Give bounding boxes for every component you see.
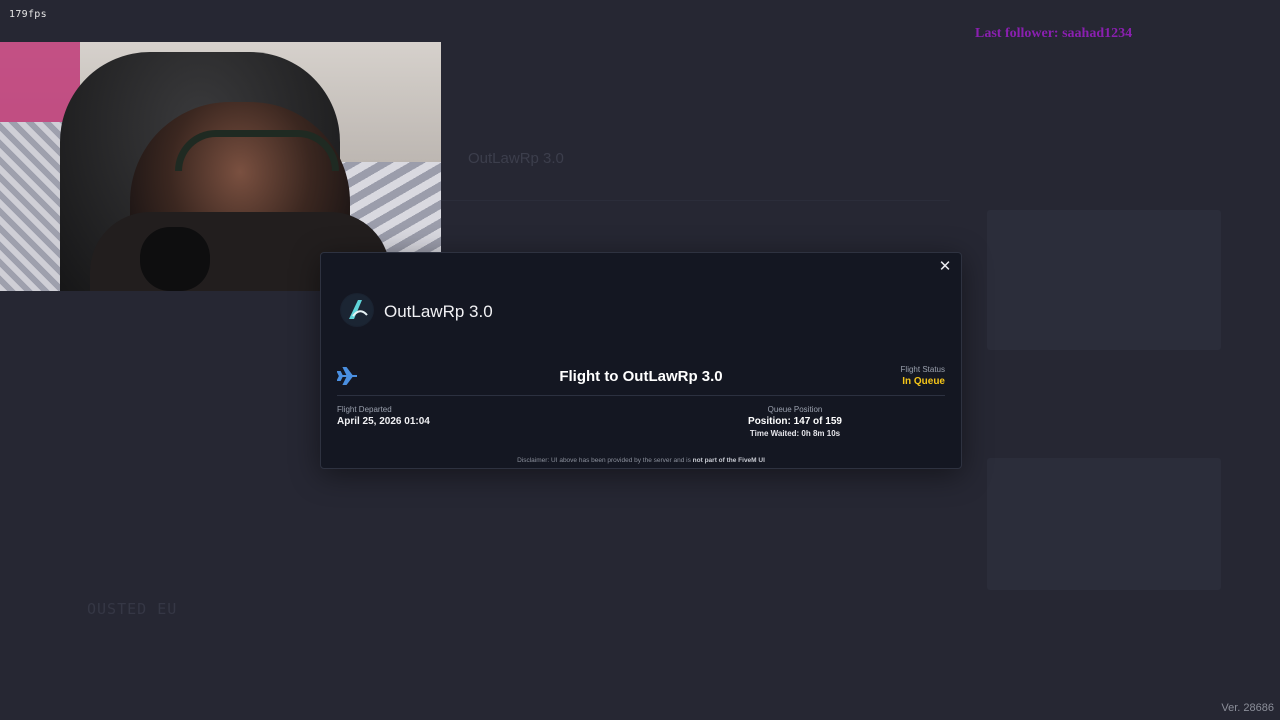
disclaimer-bold: not part of the FiveM UI	[692, 457, 765, 464]
departed-value: April 25, 2026 01:04	[337, 416, 430, 427]
queue-modal: ✕ OutLawRp 3.0 Flight to OutLawRp 3.0 Fl…	[320, 252, 962, 469]
disclaimer: Disclaimer: UI above has been provided b…	[321, 457, 961, 464]
background-server-name: OUSTED EU	[87, 600, 178, 618]
background-card	[987, 458, 1221, 590]
close-icon[interactable]: ✕	[937, 259, 953, 275]
modal-divider	[337, 395, 945, 396]
background-server-title: OutLawRp 3.0	[468, 150, 564, 167]
time-waited: Time Waited: 0h 8m 10s	[749, 429, 841, 438]
departed-label: Flight Departed	[337, 405, 392, 414]
background-card	[987, 210, 1221, 350]
queue-position-value: Position: 147 of 159	[748, 416, 842, 427]
flight-status-value: In Queue	[902, 376, 945, 387]
disclaimer-text: Disclaimer: UI above has been provided b…	[517, 457, 693, 464]
flight-title: Flight to OutLawRp 3.0	[559, 368, 723, 385]
version-label: Ver. 28686	[1221, 702, 1274, 714]
last-follower-text: Last follower: saahad1234	[975, 26, 1133, 41]
server-logo-icon	[340, 293, 374, 327]
queue-position-label: Queue Position	[767, 405, 823, 414]
server-name: OutLawRp 3.0	[384, 302, 493, 321]
webcam-headphones	[175, 130, 339, 171]
webcam-microphone	[140, 227, 210, 291]
fps-counter: 179fps	[9, 9, 47, 20]
flight-status-label: Flight Status	[900, 365, 945, 374]
